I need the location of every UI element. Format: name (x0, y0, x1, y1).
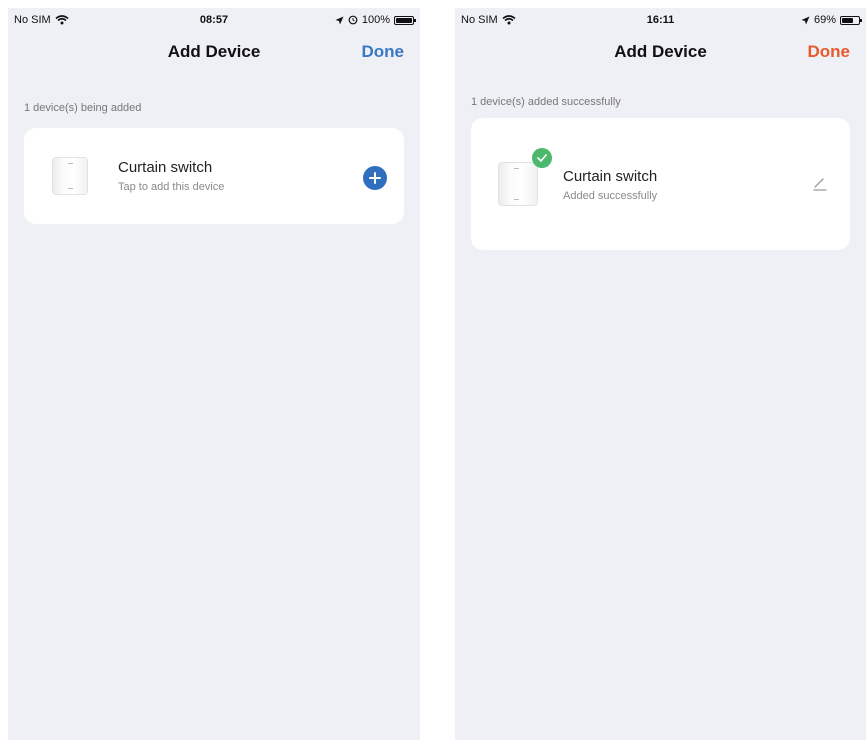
battery-icon (840, 15, 862, 25)
done-button[interactable]: Done (808, 42, 851, 62)
status-right: 69% (801, 14, 862, 26)
page-title: Add Device (614, 42, 707, 61)
device-subtitle: Added successfully (563, 190, 658, 202)
check-badge-icon (532, 148, 552, 168)
alarm-icon (348, 15, 358, 25)
curtain-switch-image (52, 157, 88, 195)
pencil-icon[interactable] (811, 174, 829, 192)
status-bar: No SIM 16:11 69% (455, 8, 866, 34)
device-name: Curtain switch (563, 168, 658, 185)
battery-fill (842, 17, 854, 23)
battery-percent: 69% (813, 14, 836, 26)
section-label: 1 device(s) being added (24, 102, 142, 114)
location-icon (801, 16, 810, 24)
device-name: Curtain switch (118, 159, 213, 176)
section-label: 1 device(s) added successfully (471, 96, 621, 108)
device-card[interactable]: Curtain switch Tap to add this device (24, 128, 404, 224)
screen-adding: No SIM 08:57 100% Add Device Done 1 devi… (8, 8, 420, 740)
done-button[interactable]: Done (362, 42, 405, 62)
page-title: Add Device (167, 42, 261, 61)
device-subtitle: Tap to add this device (118, 181, 225, 193)
battery-icon (394, 15, 416, 25)
battery-percent: 100% (361, 14, 390, 26)
status-right: 100% (335, 14, 416, 26)
status-bar: No SIM 08:57 100% (8, 8, 420, 34)
screen-added: No SIM 16:11 69% Add Device Done 1 devic… (455, 8, 866, 740)
device-card[interactable]: Curtain switch Added successfully (471, 118, 850, 250)
curtain-switch-image (498, 162, 538, 206)
battery-fill (396, 17, 412, 23)
plus-circle-icon[interactable] (363, 166, 387, 190)
nav-bar: Add Device Done (8, 34, 420, 74)
nav-bar: Add Device Done (455, 34, 866, 74)
location-icon (335, 16, 344, 24)
